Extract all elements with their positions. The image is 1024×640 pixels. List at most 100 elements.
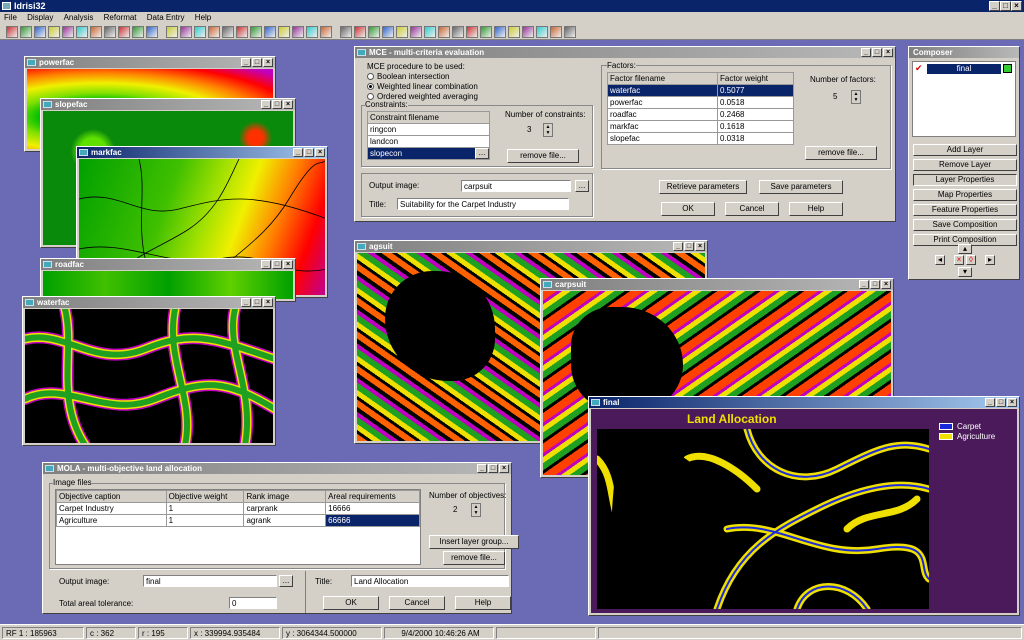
zoom-in-icon[interactable]: ◊: [966, 255, 976, 265]
cancel-button[interactable]: Cancel: [725, 202, 779, 216]
toolbar-tool-icon[interactable]: [34, 26, 46, 38]
title-input[interactable]: Land Allocation: [351, 575, 509, 587]
objective-cell[interactable]: 1: [165, 514, 245, 527]
constraint-row[interactable]: slopecon: [367, 147, 490, 160]
composer-button-map-properties[interactable]: Map Properties: [913, 189, 1017, 201]
option-wlc[interactable]: Weighted linear combination: [367, 82, 478, 91]
output-image-input[interactable]: carpsuit: [461, 180, 571, 192]
toolbar-tool-icon[interactable]: [522, 26, 534, 38]
menu-reformat[interactable]: Reformat: [100, 13, 141, 22]
objective-cell[interactable]: agrank: [243, 514, 327, 527]
radio-wlc[interactable]: [367, 83, 374, 91]
toolbar-tool-icon[interactable]: [382, 26, 394, 38]
close-button[interactable]: ×: [283, 260, 293, 269]
output-browse-button[interactable]: ...: [575, 180, 589, 192]
toolbar-tool-icon[interactable]: [452, 26, 464, 38]
objective-cell[interactable]: Carpet Industry: [56, 502, 167, 515]
mce-dialog[interactable]: MCE - multi-criteria evaluation _ □ × MCE …: [354, 46, 896, 222]
composer-button-add-layer[interactable]: Add Layer: [913, 144, 1017, 156]
constraint-browse-button[interactable]: ...: [475, 148, 489, 159]
pan-right-icon[interactable]: ▸: [985, 255, 995, 265]
factor-row[interactable]: markfac 0.1618: [607, 120, 794, 133]
toolbar-tool-icon[interactable]: [208, 26, 220, 38]
objective-cell[interactable]: 66666: [325, 514, 420, 527]
toolbar-tool-icon[interactable]: [222, 26, 234, 38]
toolbar-tool-icon[interactable]: [354, 26, 366, 38]
ok-button[interactable]: OK: [661, 202, 715, 216]
toolbar-tool-icon[interactable]: [494, 26, 506, 38]
menu-display[interactable]: Display: [23, 13, 57, 22]
close-button[interactable]: ×: [283, 100, 293, 109]
maximize-button[interactable]: □: [872, 48, 882, 57]
close-button[interactable]: ×: [883, 48, 893, 57]
retrieve-parameters-button[interactable]: Retrieve parameters: [659, 180, 747, 194]
maximize-button[interactable]: □: [304, 148, 314, 157]
minimize-button[interactable]: _: [985, 398, 995, 407]
help-button[interactable]: Help: [455, 596, 511, 610]
constraint-row[interactable]: ringcon: [367, 123, 490, 136]
ok-button[interactable]: OK: [323, 596, 379, 610]
objective-cell[interactable]: carprank: [243, 502, 327, 515]
minimize-button[interactable]: _: [241, 58, 251, 67]
factor-weight[interactable]: 0.0518: [717, 96, 794, 109]
toolbar-tool-icon[interactable]: [90, 26, 102, 38]
toolbar-tool-icon[interactable]: [250, 26, 262, 38]
factor-filename[interactable]: waterfac: [607, 84, 718, 97]
objective-row[interactable]: Agriculture 1 agrank 66666: [56, 514, 420, 527]
toolbar-tool-icon[interactable]: [6, 26, 18, 38]
factor-filename[interactable]: markfac: [607, 120, 718, 133]
factors-spinner[interactable]: ▲ ▼: [851, 90, 861, 104]
toolbar-tool-icon[interactable]: [132, 26, 144, 38]
close-button[interactable]: ×: [881, 280, 891, 289]
toolbar-tool-icon[interactable]: [340, 26, 352, 38]
objectives-spinner[interactable]: ▲ ▼: [471, 503, 481, 517]
toolbar-tool-icon[interactable]: [146, 26, 158, 38]
zoom-out-icon[interactable]: ×: [954, 255, 964, 265]
map-roadfac[interactable]: [43, 271, 293, 299]
factor-weight[interactable]: 0.5077: [717, 84, 794, 97]
toolbar-tool-icon[interactable]: [410, 26, 422, 38]
mola-dialog[interactable]: MOLA - multi-objective land allocation _…: [42, 462, 519, 614]
maximize-button[interactable]: □: [488, 464, 498, 473]
menu-help[interactable]: Help: [191, 13, 215, 22]
toolbar-tool-icon[interactable]: [48, 26, 60, 38]
objective-cell[interactable]: 16666: [325, 502, 420, 515]
title-input[interactable]: Suitability for the Carpet Industry: [397, 198, 569, 210]
factor-row[interactable]: waterfac 0.5077: [607, 84, 794, 97]
toolbar-tool-icon[interactable]: [320, 26, 332, 38]
composer-button-layer-properties[interactable]: Layer Properties: [913, 174, 1017, 186]
composer-button-feature-properties[interactable]: Feature Properties: [913, 204, 1017, 216]
objective-cell[interactable]: 1: [165, 502, 245, 515]
toolbar-tool-icon[interactable]: [438, 26, 450, 38]
map-waterfac[interactable]: [25, 309, 273, 443]
composer-button-remove-layer[interactable]: Remove Layer: [913, 159, 1017, 171]
remove-objective-button[interactable]: remove file...: [443, 551, 505, 565]
toolbar-tool-icon[interactable]: [292, 26, 304, 38]
maximize-button[interactable]: □: [272, 100, 282, 109]
toolbar-tool-icon[interactable]: [480, 26, 492, 38]
maximize-button[interactable]: □: [870, 280, 880, 289]
toolbar-tool-icon[interactable]: [104, 26, 116, 38]
close-button[interactable]: ×: [695, 242, 705, 251]
maximize-button[interactable]: □: [252, 58, 262, 67]
factor-filename[interactable]: slopefac: [607, 132, 718, 145]
save-parameters-button[interactable]: Save parameters: [759, 180, 843, 194]
output-browse-button[interactable]: ...: [279, 575, 293, 587]
toolbar-tool-icon[interactable]: [264, 26, 276, 38]
output-image-input[interactable]: final: [143, 575, 277, 587]
menu-file[interactable]: File: [0, 13, 21, 22]
maximize-button[interactable]: □: [684, 242, 694, 251]
window-waterfac[interactable]: waterfac _ □ ×: [22, 296, 276, 446]
toolbar-tool-icon[interactable]: [180, 26, 192, 38]
map-final[interactable]: [597, 429, 929, 609]
minimize-button[interactable]: _: [241, 298, 251, 307]
factor-weight[interactable]: 0.2468: [717, 108, 794, 121]
close-button[interactable]: ×: [315, 148, 325, 157]
factor-row[interactable]: slopefac 0.0318: [607, 132, 794, 145]
close-button[interactable]: ×: [263, 298, 273, 307]
factor-filename[interactable]: powerfac: [607, 96, 718, 109]
pan-up-icon[interactable]: ▴: [958, 244, 972, 254]
minimize-button[interactable]: _: [261, 100, 271, 109]
minimize-button[interactable]: _: [293, 148, 303, 157]
menu-analysis[interactable]: Analysis: [60, 13, 98, 22]
